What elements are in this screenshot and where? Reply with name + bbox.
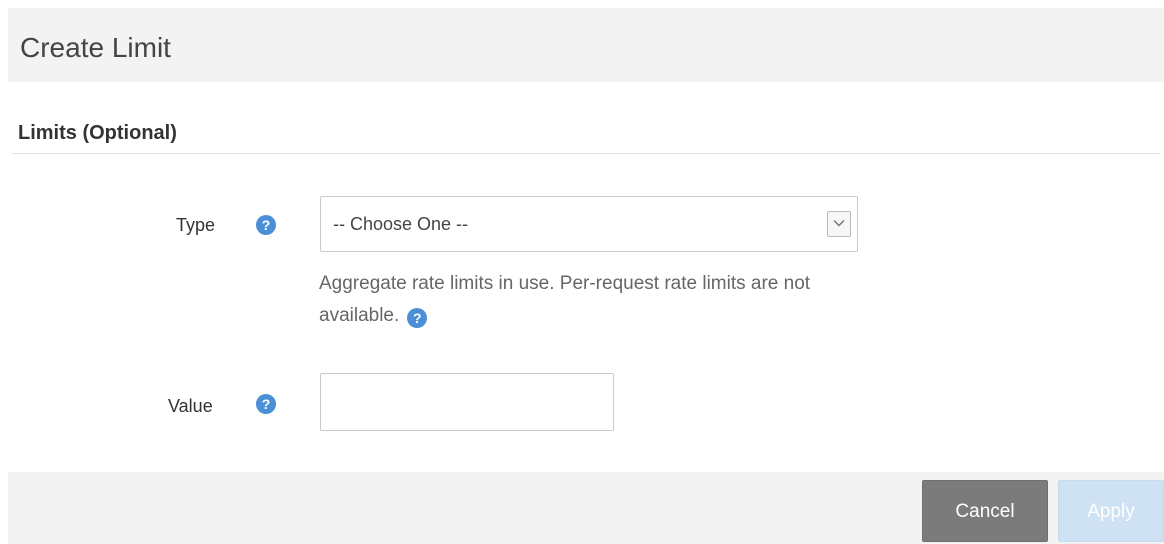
value-help-icon[interactable]: ? xyxy=(256,394,276,414)
dialog-title: Create Limit xyxy=(20,32,171,63)
create-limit-dialog: Create Limit Limits (Optional) Type ? --… xyxy=(0,0,1164,544)
rate-limit-hint: Aggregate rate limits in use. Per-reques… xyxy=(319,268,879,332)
value-label: Value xyxy=(168,396,213,416)
cancel-button[interactable]: Cancel xyxy=(922,480,1048,542)
type-select-dropdown[interactable] xyxy=(827,211,851,237)
rate-limit-hint-text: Aggregate rate limits in use. Per-reques… xyxy=(319,273,811,326)
dialog-header: Create Limit xyxy=(8,8,1164,82)
value-input[interactable] xyxy=(320,373,614,431)
apply-button[interactable]: Apply xyxy=(1058,480,1164,542)
type-select[interactable]: -- Choose One -- xyxy=(320,196,858,252)
type-select-value: -- Choose One -- xyxy=(333,214,469,234)
type-help-icon[interactable]: ? xyxy=(256,215,276,235)
dialog-footer: Cancel Apply xyxy=(8,472,1164,544)
rate-limit-help-icon[interactable]: ? xyxy=(407,308,428,328)
chevron-down-icon xyxy=(833,219,845,227)
section-title: Limits (Optional) xyxy=(18,122,177,144)
type-label: Type xyxy=(176,215,216,235)
section-divider xyxy=(12,153,1160,154)
